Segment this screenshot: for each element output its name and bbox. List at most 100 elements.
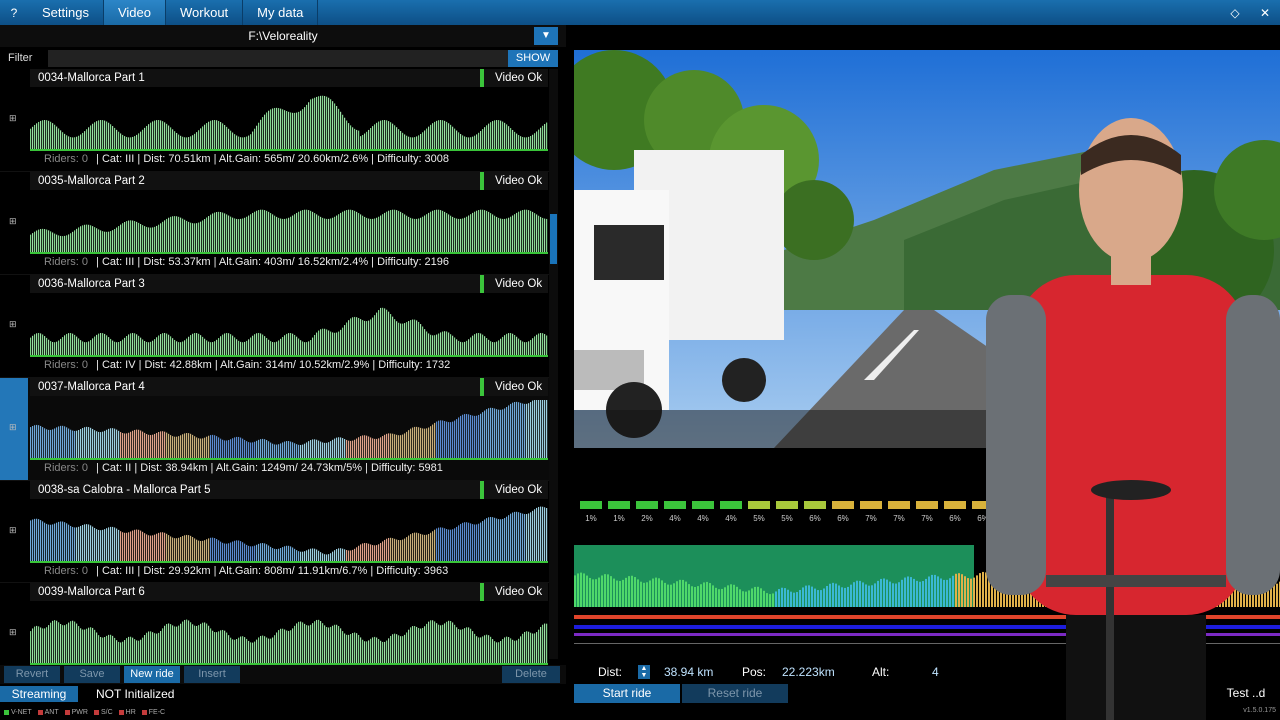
ride-title: 0038-sa Calobra - Mallorca Part 5 (30, 480, 548, 499)
sensor-indicator: ANT (37, 709, 59, 716)
sensor-indicator: HR (118, 709, 136, 716)
diamond-icon[interactable]: ◇ (1220, 6, 1250, 20)
grade-bar (888, 501, 910, 509)
grade-label: 5% (753, 514, 765, 523)
ride-status: Video Ok (480, 583, 548, 602)
expand-icon[interactable]: ⊞ (9, 525, 17, 536)
help-button[interactable]: ? (0, 6, 28, 20)
grade-label: 7% (921, 514, 933, 523)
ride-status: Video Ok (480, 274, 548, 293)
sensor-indicators: V-NET ANT PWR S/C HR FE-C (0, 706, 300, 718)
version-label: v1.5.0.175 (1243, 707, 1276, 714)
ride-elevation-thumbnail (30, 620, 548, 665)
status-dot-icon (37, 709, 43, 715)
ride-list-item[interactable]: ⊞ 0034-Mallorca Part 1 Video Ok Riders: … (0, 69, 558, 172)
grade-label: 6% (949, 514, 961, 523)
grade-bar (608, 501, 630, 509)
filter-label: Filter (8, 52, 33, 64)
pos-value: 22.223km (782, 665, 835, 679)
grade-bar (860, 501, 882, 509)
expand-icon[interactable]: ⊞ (9, 627, 17, 638)
ride-title: 0039-Mallorca Part 6 (30, 583, 548, 602)
ride-title: 0034-Mallorca Part 1 (30, 69, 548, 87)
tab-video[interactable]: Video (103, 0, 166, 25)
tab-workout[interactable]: Workout (166, 0, 244, 25)
grade-label: 4% (669, 514, 681, 523)
ride-list-item[interactable]: ⊞ 0036-Mallorca Part 3 Video Ok Riders: … (0, 274, 558, 378)
grade-label: 1% (585, 514, 597, 523)
grade-bar (636, 501, 658, 509)
ride-status: Video Ok (480, 171, 548, 190)
expand-icon[interactable]: ⊞ (9, 113, 17, 124)
grade-bar (916, 501, 938, 509)
filter-input[interactable] (48, 49, 508, 67)
ride-selector[interactable] (0, 583, 28, 665)
insert-button[interactable]: Insert (184, 666, 240, 683)
new-ride-button[interactable]: New ride (124, 666, 180, 683)
ride-list[interactable]: ⊞ 0034-Mallorca Part 1 Video Ok Riders: … (0, 69, 558, 665)
ride-list-item[interactable]: ⊞ 0038-sa Calobra - Mallorca Part 5 Vide… (0, 480, 558, 584)
scrollbar-thumb[interactable] (550, 214, 557, 264)
library-path-bar: F:\Veloreality ▼ (0, 25, 566, 47)
expand-icon[interactable]: ⊞ (9, 422, 17, 433)
sensor-indicator: S/C (93, 709, 113, 716)
dist-stepper[interactable]: ▲ ▼ (638, 665, 650, 679)
close-icon[interactable]: ✕ (1250, 6, 1280, 20)
ride-info: Riders: 0 | Cat: II | Dist: 38.94km | Alt… (30, 460, 443, 476)
ride-elevation-thumbnail (30, 95, 548, 151)
ride-action-row: Start ride Reset ride Test ..d (574, 684, 1280, 703)
path-dropdown-icon[interactable]: ▼ (534, 27, 558, 45)
dist-value: 38.94 km (664, 665, 714, 679)
ride-elevation-thumbnail (30, 209, 548, 254)
ride-list-item[interactable]: ⊞ 0035-Mallorca Part 2 Video Ok Riders: … (0, 171, 558, 275)
status-dot-icon (118, 709, 124, 715)
ride-title: 0035-Mallorca Part 2 (30, 171, 548, 190)
grade-bar (720, 501, 742, 509)
status-row: Streaming NOT Initialized (0, 686, 566, 702)
grade-bar (944, 501, 966, 509)
streaming-button[interactable]: Streaming (0, 686, 78, 702)
ride-elevation-thumbnail (30, 506, 548, 563)
ride-riders: Riders: 0 (44, 461, 89, 474)
ride-list-item[interactable]: ⊞ 0037-Mallorca Part 4 Video Ok Riders: … (0, 377, 558, 481)
ride-riders: Riders: 0 (44, 564, 89, 577)
pos-label: Pos: (742, 665, 767, 679)
reset-ride-button[interactable]: Reset ride (682, 684, 788, 703)
start-ride-button[interactable]: Start ride (574, 684, 680, 703)
ride-stats: | Cat: IV | Dist: 42.88km | Alt.Gain: 31… (96, 358, 451, 371)
grade-bar (832, 501, 854, 509)
status-dot-icon (141, 709, 147, 715)
sensor-indicator: PWR (64, 709, 88, 716)
ride-info: Riders: 0 | Cat: III | Dist: 70.51km | Al… (30, 151, 449, 167)
ride-stats: | Cat: III | Dist: 29.92km | Alt.Gain: 8… (96, 564, 449, 577)
status-dot-icon (93, 709, 99, 715)
ride-info: Riders: 0 | Cat: III | Dist: 53.37km | Al… (30, 254, 449, 270)
grade-bar (580, 501, 602, 509)
grade-label: 1% (613, 514, 625, 523)
expand-icon[interactable]: ⊞ (9, 319, 17, 330)
show-button[interactable]: SHOW (508, 49, 558, 67)
tab-my-data[interactable]: My data (243, 0, 319, 25)
grade-bar (692, 501, 714, 509)
grade-label: 6% (837, 514, 849, 523)
delete-button[interactable]: Delete (502, 666, 560, 683)
revert-button[interactable]: Revert (4, 666, 60, 683)
ride-list-scrollbar[interactable] (549, 69, 558, 659)
ride-stats: | Cat: II | Dist: 38.94km | Alt.Gain: 12… (96, 461, 443, 474)
grade-label: 7% (865, 514, 877, 523)
top-menu-bar: ? Settings Video Workout My data ◇ ✕ (0, 0, 1280, 25)
save-button[interactable]: Save (64, 666, 120, 683)
grade-bar (776, 501, 798, 509)
alt-label: Alt: (872, 665, 890, 679)
ride-elevation-thumbnail (30, 399, 548, 460)
library-toolbar: Revert Save New ride Insert Delete (0, 665, 566, 684)
ride-stats: | Cat: III | Dist: 53.37km | Alt.Gain: 4… (96, 255, 450, 268)
expand-icon[interactable]: ⊞ (9, 216, 17, 227)
ride-list-item[interactable]: ⊞ 0039-Mallorca Part 6 Video Ok (0, 583, 558, 665)
tab-settings[interactable]: Settings (28, 0, 104, 25)
dist-label: Dist: (598, 665, 622, 679)
test-mode-button[interactable]: Test ..d (1212, 684, 1280, 703)
ride-title: 0036-Mallorca Part 3 (30, 274, 548, 293)
status-dot-icon (64, 709, 70, 715)
alt-value: 4 (932, 665, 939, 679)
